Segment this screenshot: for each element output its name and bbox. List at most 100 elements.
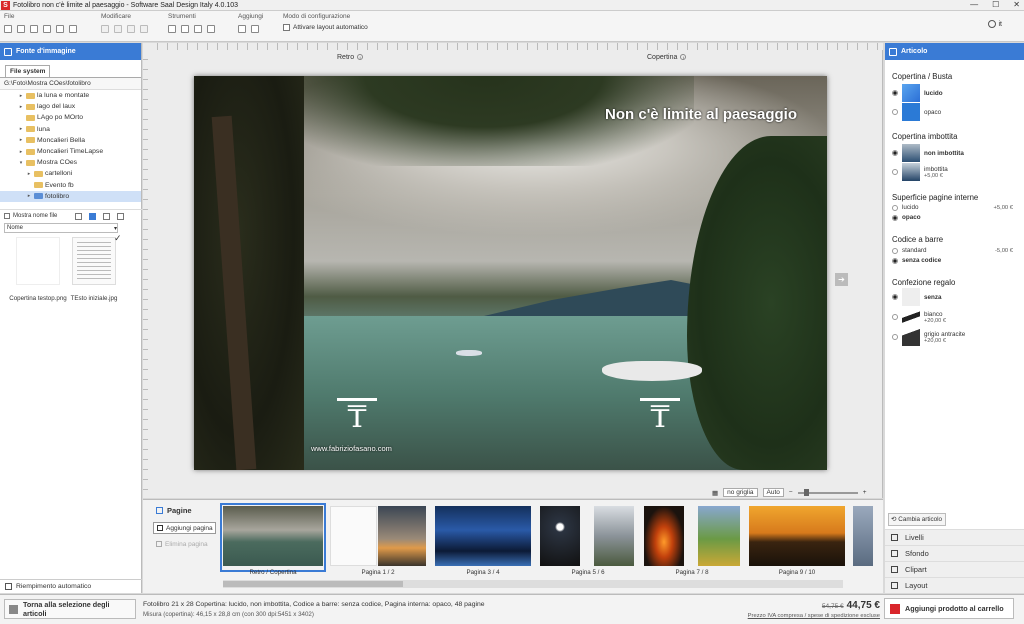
zoom-slider-handle[interactable] [803, 488, 809, 496]
view-large-icon[interactable] [75, 212, 83, 220]
nav-layers[interactable]: Livelli [885, 529, 1024, 545]
nav-clipart[interactable]: Clipart [885, 561, 1024, 577]
save-as-icon[interactable] [43, 25, 51, 33]
pointer-icon[interactable] [168, 25, 176, 33]
minimize-button[interactable]: — [970, 0, 978, 9]
open-file-icon[interactable] [17, 25, 25, 33]
page-thumb[interactable]: Retro / Copertina [220, 503, 326, 576]
pages-scrollbar-thumb[interactable] [223, 581, 403, 587]
tree-item[interactable]: ▸ la luna e montate [0, 90, 141, 101]
option-gift-none[interactable]: senza [892, 287, 942, 307]
page-thumb[interactable] [853, 506, 873, 569]
tree-expand-icon[interactable]: ▸ [18, 104, 24, 110]
file-thumbnail[interactable]: Copertina testop.png [8, 235, 68, 302]
new-file-icon[interactable] [4, 25, 12, 33]
tree-expand-icon[interactable]: ▸ [18, 137, 24, 143]
tree-item[interactable]: ▸ Moncalieri TimeLapse [0, 146, 141, 157]
print-icon[interactable] [69, 25, 77, 33]
info-icon[interactable]: i [680, 54, 687, 60]
tree-item[interactable]: Evento fb [0, 180, 141, 191]
zoom-in-icon[interactable]: + [863, 489, 867, 496]
radio-button[interactable] [892, 109, 898, 115]
autofill-toggle[interactable]: Riempimento automatico [0, 579, 142, 593]
option-not-padded[interactable]: non imbottita [892, 143, 964, 163]
option-paper-matte[interactable]: opaco [892, 211, 921, 224]
redo-icon[interactable] [114, 25, 122, 33]
save-icon[interactable] [30, 25, 38, 33]
radio-button[interactable] [892, 314, 898, 320]
change-article-button[interactable]: ⟲ Cambia articolo [888, 513, 946, 526]
zoom-select[interactable]: Auto [762, 488, 784, 497]
add-page-button[interactable]: Aggiungi pagina [153, 522, 216, 534]
radio-button[interactable] [892, 247, 898, 254]
page-thumb[interactable]: Pagina 3 / 4 [435, 506, 531, 576]
radio-button[interactable] [892, 204, 898, 211]
radio-button[interactable] [892, 90, 898, 96]
option-cover-glossy[interactable]: lucido [892, 83, 943, 103]
tree-item[interactable]: ▸ fotolibro [0, 190, 141, 202]
export-icon[interactable] [56, 25, 64, 33]
tree-item[interactable]: ▸ luna [0, 124, 141, 135]
nav-background[interactable]: Sfondo [885, 545, 1024, 561]
auto-layout-toggle[interactable]: Attivare layout automatico [283, 24, 368, 31]
next-spread-arrow[interactable]: ➔ [835, 273, 848, 286]
tree-item[interactable]: ▸ cartelloni [0, 168, 141, 179]
auto-layout-checkbox[interactable] [283, 24, 290, 31]
page-thumb[interactable]: Pagina 1 / 2 [330, 506, 426, 576]
tree-expand-icon[interactable]: ▸ [18, 93, 24, 99]
tree-item[interactable]: ▸ lago del laux [0, 101, 141, 112]
option-padded[interactable]: imbottita +5,00 € [892, 162, 948, 182]
radio-button[interactable] [892, 169, 898, 175]
delete-icon[interactable] [140, 25, 148, 33]
nav-layout[interactable]: Layout [885, 577, 1024, 593]
zoom-out-icon[interactable]: − [789, 489, 793, 496]
maximize-button[interactable]: ☐ [992, 0, 999, 9]
radio-button[interactable] [892, 257, 898, 264]
view-list-icon[interactable] [117, 212, 125, 220]
tree-expand-icon[interactable]: ▾ [18, 160, 24, 166]
radio-button[interactable] [892, 334, 898, 340]
radio-button[interactable] [892, 214, 898, 221]
file-thumbnail[interactable]: TEsto iniziale.jpg ✓ [64, 233, 124, 302]
view-medium-icon[interactable] [89, 212, 97, 220]
option-gift-white[interactable]: bianco +20,00 € [892, 307, 946, 327]
close-button[interactable]: ✕ [1013, 0, 1020, 9]
preview-eye-icon[interactable] [207, 25, 215, 33]
cover-title-text[interactable]: Non c'è limite al paesaggio [605, 106, 797, 123]
tree-item[interactable]: ▾ Mostra COes [0, 157, 141, 168]
radio-button[interactable] [892, 294, 898, 300]
undo-icon[interactable] [101, 25, 109, 33]
zoom-icon[interactable] [194, 25, 202, 33]
zoom-slider[interactable] [797, 488, 858, 496]
sort-select[interactable]: Nome ▾ [4, 223, 118, 233]
hand-icon[interactable] [181, 25, 189, 33]
view-small-icon[interactable] [103, 212, 111, 220]
page-thumb[interactable]: Pagina 7 / 8 [644, 506, 740, 576]
language-selector[interactable]: it [987, 20, 1002, 28]
cover-spread[interactable]: Non c'è limite al paesaggio ₸ ₸ www.fabr… [194, 76, 827, 470]
page-thumb[interactable]: Pagina 9 / 10 [749, 506, 845, 576]
radio-button[interactable] [892, 150, 898, 156]
add-text-icon[interactable] [251, 25, 259, 33]
tree-item[interactable]: LAgo po MOrto [0, 112, 141, 123]
add-to-cart-button[interactable]: Aggiungi prodotto al carrello [884, 598, 1014, 619]
page-thumb[interactable]: Pagina 5 / 6 [540, 506, 636, 576]
info-icon[interactable]: i [357, 54, 364, 60]
tree-expand-icon[interactable]: ▸ [26, 193, 32, 199]
cut-icon[interactable] [127, 25, 135, 33]
tree-expand-icon[interactable]: ▸ [18, 126, 24, 132]
show-names-checkbox[interactable] [4, 213, 10, 219]
add-image-icon[interactable] [238, 25, 246, 33]
option-gift-anthracite[interactable]: grigio antracite +20,00 € [892, 327, 965, 347]
tree-expand-icon[interactable]: ▸ [18, 149, 24, 155]
pages-scrollbar[interactable] [223, 580, 843, 588]
grid-select[interactable]: no griglia [723, 488, 758, 497]
option-cover-matte[interactable]: opaco [892, 102, 941, 122]
tree-item[interactable]: ▸ Moncalieri Bella [0, 135, 141, 146]
tree-expand-icon[interactable]: ▸ [26, 171, 32, 177]
back-to-articles-button[interactable]: Torna alla selezione degli articoli [4, 599, 136, 619]
vat-note-link[interactable]: Prezzo IVA compresa / spese di spedizion… [748, 613, 880, 619]
tab-file-system[interactable]: File system [5, 65, 51, 77]
option-no-barcode[interactable]: senza codice [892, 254, 941, 267]
delete-page-button[interactable]: Elimina pagina [153, 538, 216, 550]
